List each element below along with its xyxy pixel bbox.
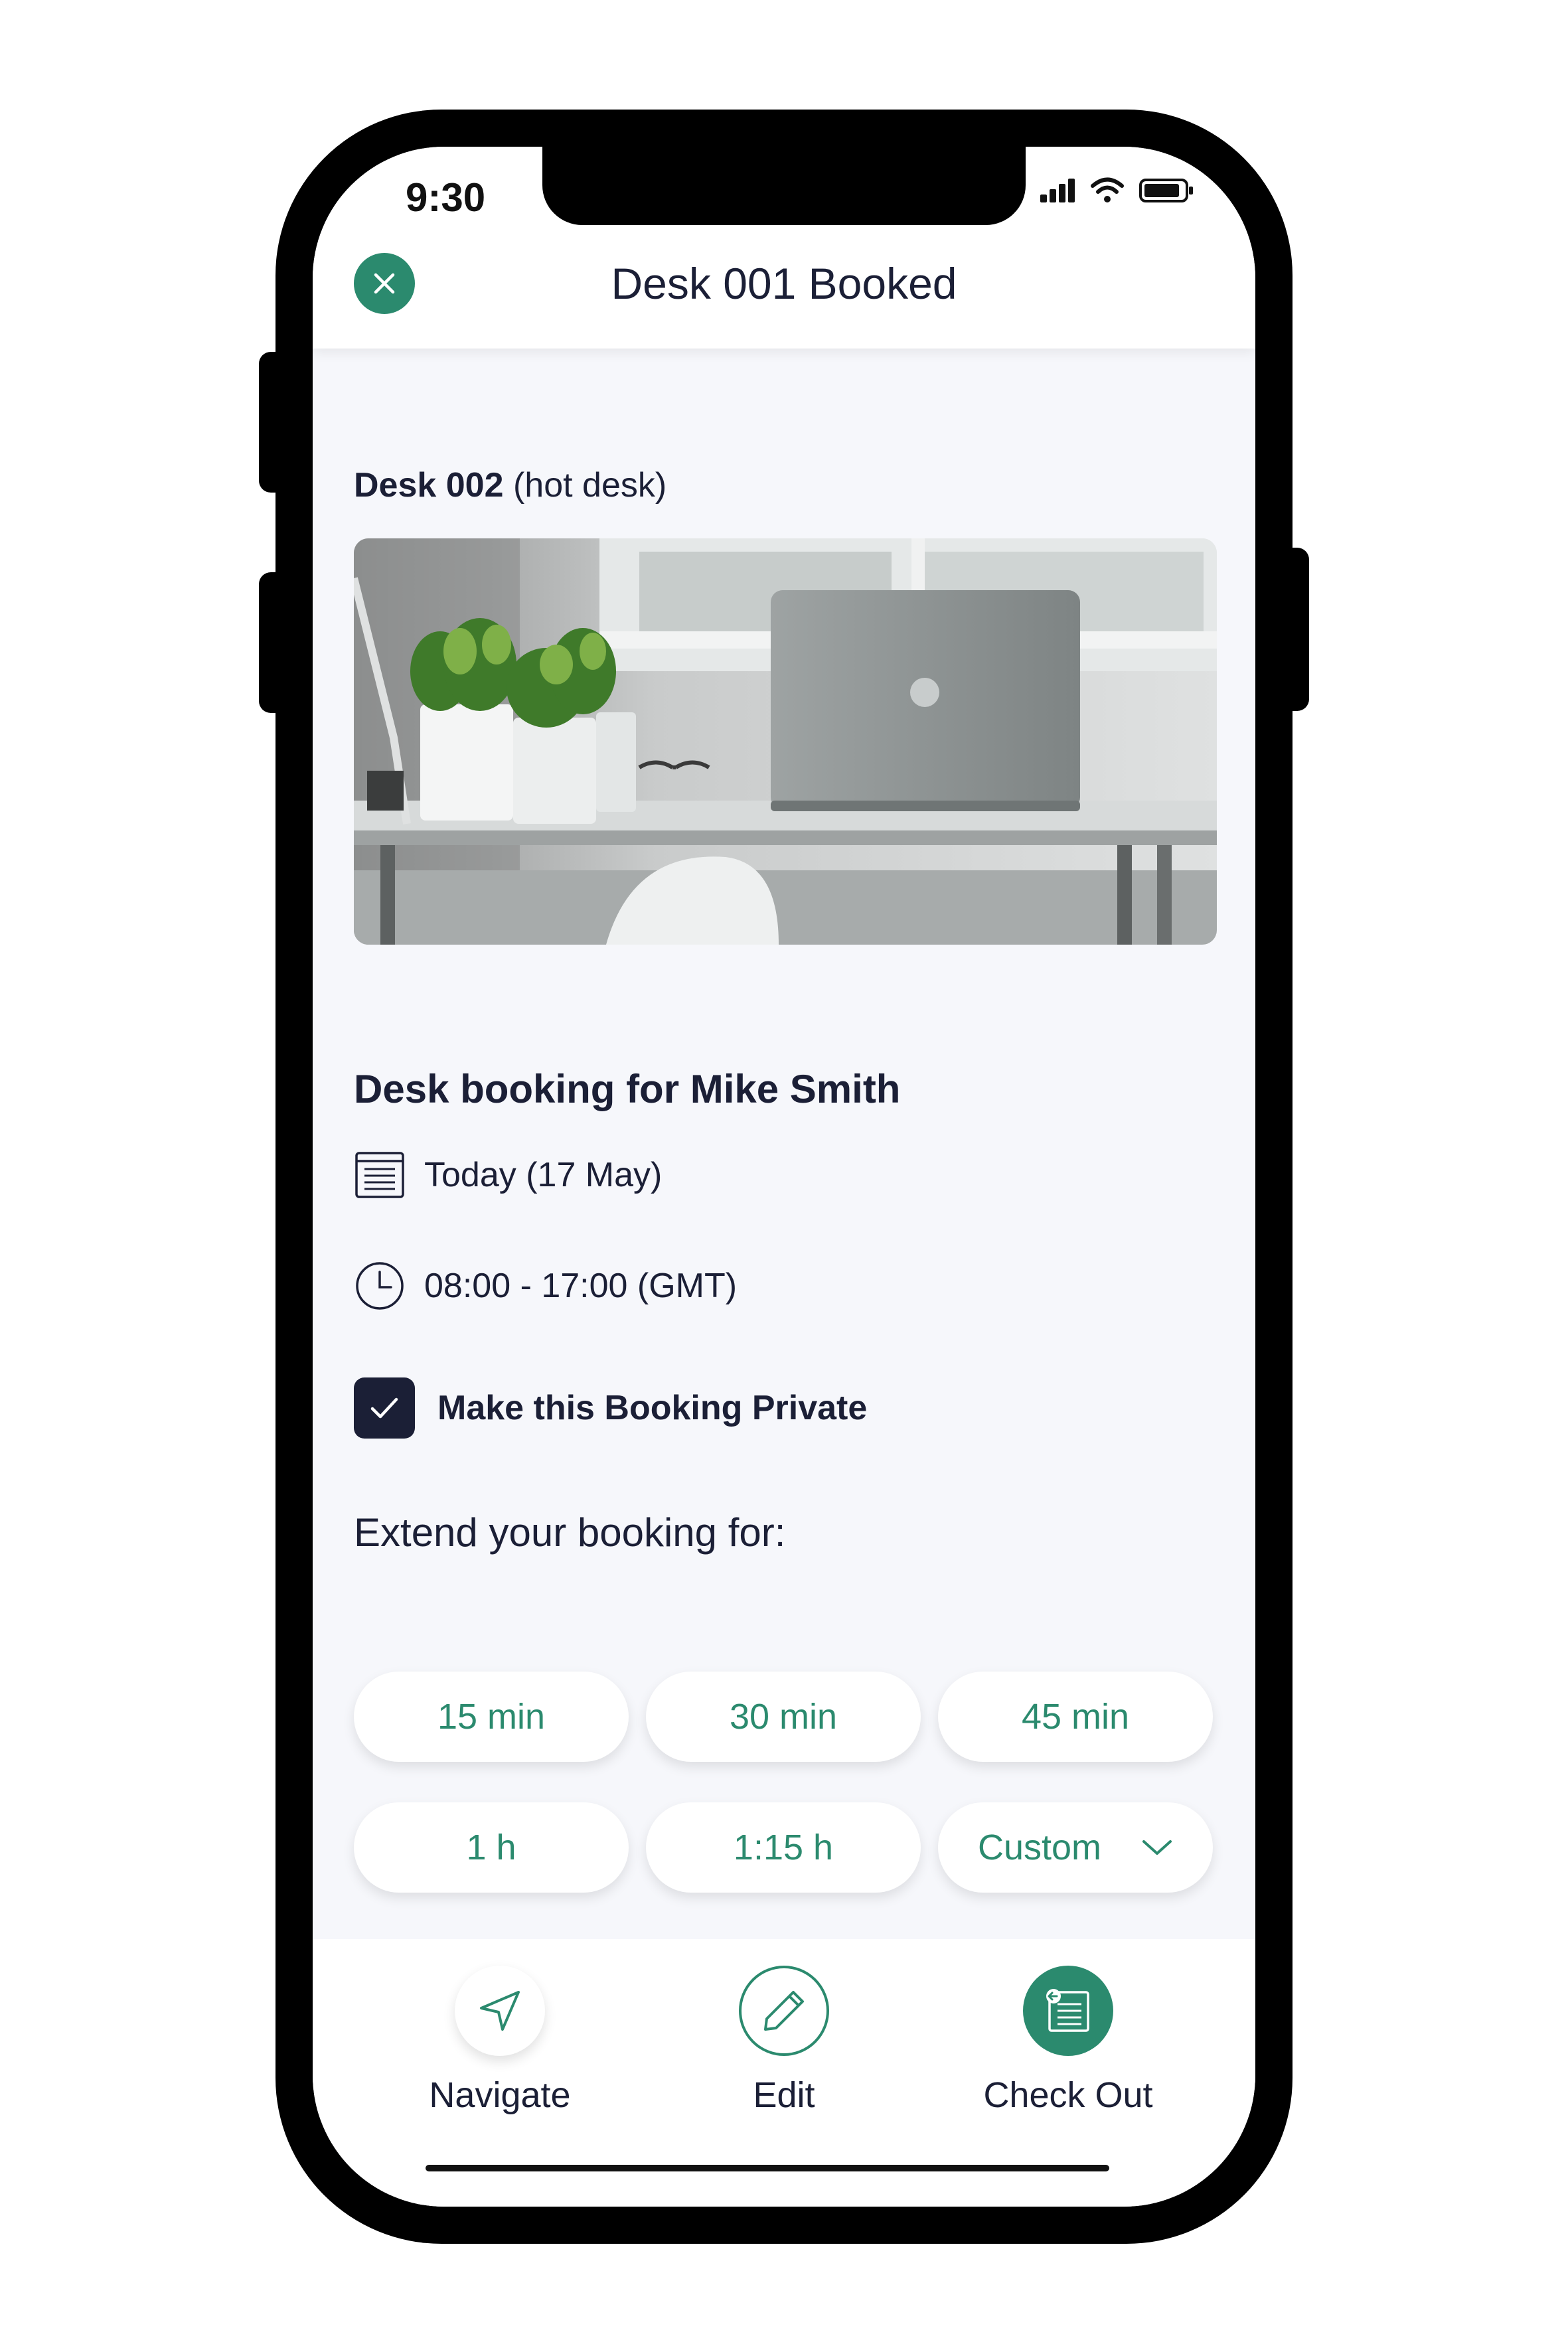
booking-title: Desk booking for Mike Smith <box>354 1067 901 1111</box>
private-booking-checkbox[interactable] <box>354 1377 415 1439</box>
extend-15-min-button[interactable]: 15 min <box>354 1672 629 1762</box>
desk-name: Desk 002 <box>354 466 504 505</box>
home-indicator[interactable] <box>426 2165 1109 2171</box>
pencil-icon <box>764 1991 804 2031</box>
page-title: Desk 001 Booked <box>611 259 957 308</box>
calendar-icon <box>354 1149 406 1201</box>
extend-1-h-button[interactable]: 1 h <box>354 1802 629 1893</box>
edit-button[interactable] <box>739 1966 829 2056</box>
extend-30-min-button[interactable]: 30 min <box>646 1672 921 1762</box>
navigate-action[interactable]: Navigate <box>380 1939 619 2116</box>
check-out-label: Check Out <box>983 2075 1153 2115</box>
private-booking-row: Make this Booking Private <box>354 1377 867 1439</box>
clock-icon <box>354 1260 406 1312</box>
signal-icon <box>1040 179 1075 202</box>
navigate-button[interactable] <box>455 1966 545 2056</box>
booking-date: Today (17 May) <box>424 1156 663 1194</box>
extend-custom-dropdown[interactable]: Custom <box>938 1802 1213 1893</box>
desk-name-line: Desk 002 (hot desk) <box>354 465 666 505</box>
navigate-label: Navigate <box>429 2075 571 2115</box>
status-icons <box>1039 177 1194 204</box>
checkout-list-icon <box>1046 1989 1089 2032</box>
desk-type: (hot desk) <box>512 466 667 505</box>
status-time: 9:30 <box>406 175 486 220</box>
desk-photo-illustration <box>354 538 1217 945</box>
app-screen: 9:30 Desk 001 Booked Desk 002 (hot desk)… <box>313 147 1255 2207</box>
chevron-down-icon <box>1141 1838 1173 1857</box>
check-out-button[interactable] <box>1023 1966 1113 2056</box>
booking-time-row: 08:00 - 17:00 (GMT) <box>354 1260 737 1312</box>
custom-label: Custom <box>977 1828 1102 1867</box>
extend-1-15-h-button[interactable]: 1:15 h <box>646 1802 921 1893</box>
extend-45-min-button[interactable]: 45 min <box>938 1672 1213 1762</box>
booking-time: 08:00 - 17:00 (GMT) <box>424 1267 738 1305</box>
phone-notch <box>542 147 1026 225</box>
extend-label: Extend your booking for: <box>354 1510 786 1555</box>
private-booking-label: Make this Booking Private <box>437 1389 868 1427</box>
edit-label: Edit <box>753 2075 815 2115</box>
wifi-icon <box>1091 177 1124 202</box>
check-icon <box>370 1397 398 1419</box>
edit-action[interactable]: Edit <box>665 1939 903 2116</box>
booking-date-row: Today (17 May) <box>354 1149 662 1201</box>
battery-icon <box>1139 179 1193 202</box>
desk-photo <box>354 538 1217 945</box>
check-out-action[interactable]: Check Out <box>949 1939 1188 2116</box>
phone-frame: 9:30 Desk 001 Booked Desk 002 (hot desk)… <box>275 110 1293 2244</box>
navigate-arrow-icon <box>480 1991 520 2031</box>
